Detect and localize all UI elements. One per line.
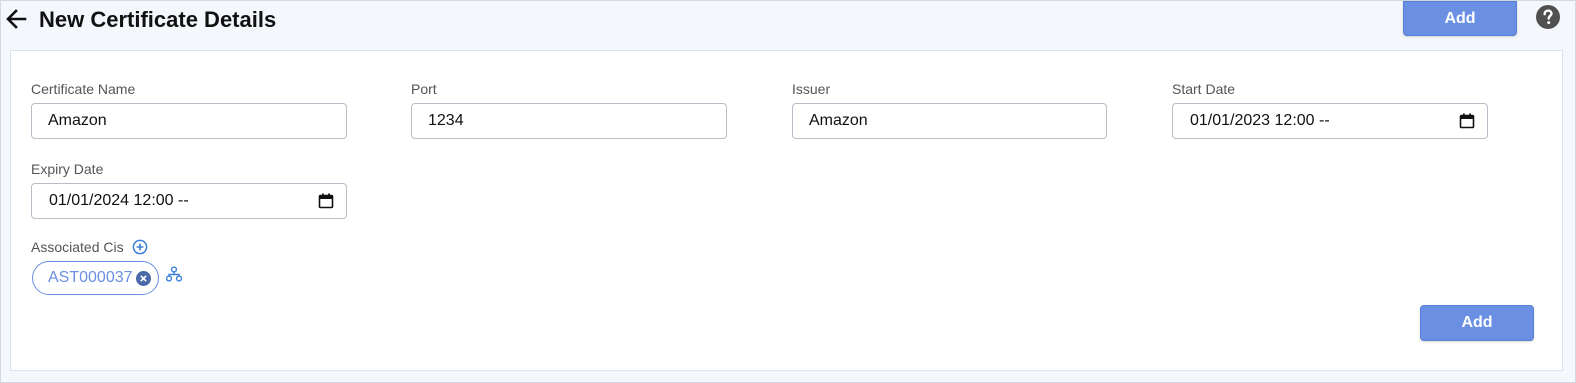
add-button-bottom[interactable]: Add (1420, 305, 1534, 341)
calendar-icon[interactable] (318, 193, 334, 209)
associated-cis-label: Associated Cis (31, 239, 124, 255)
expiry-date-value: 01/01/2024 12:00 -- (49, 192, 189, 209)
hierarchy-icon[interactable] (165, 266, 183, 282)
issuer-label: Issuer (792, 81, 831, 97)
close-circle-icon[interactable] (136, 271, 151, 286)
page-header: New Certificate Details Add (1, 1, 1575, 49)
question-circle-icon[interactable] (1536, 5, 1560, 29)
add-button-top[interactable]: Add (1403, 1, 1517, 36)
add-circle-icon[interactable] (132, 239, 148, 255)
port-label: Port (411, 81, 437, 97)
app-frame: New Certificate Details Add Certificate … (0, 0, 1576, 383)
certificate-name-value: Amazon (48, 112, 107, 129)
certificate-name-input[interactable]: Amazon (31, 103, 347, 139)
certificate-name-label: Certificate Name (31, 81, 136, 97)
start-date-value: 01/01/2023 12:00 -- (1190, 112, 1330, 129)
expiry-date-input[interactable]: 01/01/2024 12:00 -- (31, 183, 347, 219)
start-date-input[interactable]: 01/01/2023 12:00 -- (1172, 103, 1488, 139)
arrow-left-icon[interactable] (5, 7, 27, 31)
port-input[interactable]: 1234 (411, 103, 727, 139)
port-value: 1234 (428, 112, 464, 129)
ci-chip: AST000037 (32, 261, 159, 295)
calendar-icon[interactable] (1459, 113, 1475, 129)
page-title: New Certificate Details (39, 7, 277, 32)
issuer-value: Amazon (809, 112, 868, 129)
issuer-input[interactable]: Amazon (792, 103, 1107, 139)
ci-chip-label: AST000037 (48, 269, 133, 286)
expiry-date-label: Expiry Date (31, 161, 104, 177)
certificate-form-panel: Certificate Name Amazon Port 1234 Issuer… (10, 50, 1563, 371)
start-date-label: Start Date (1172, 81, 1236, 97)
